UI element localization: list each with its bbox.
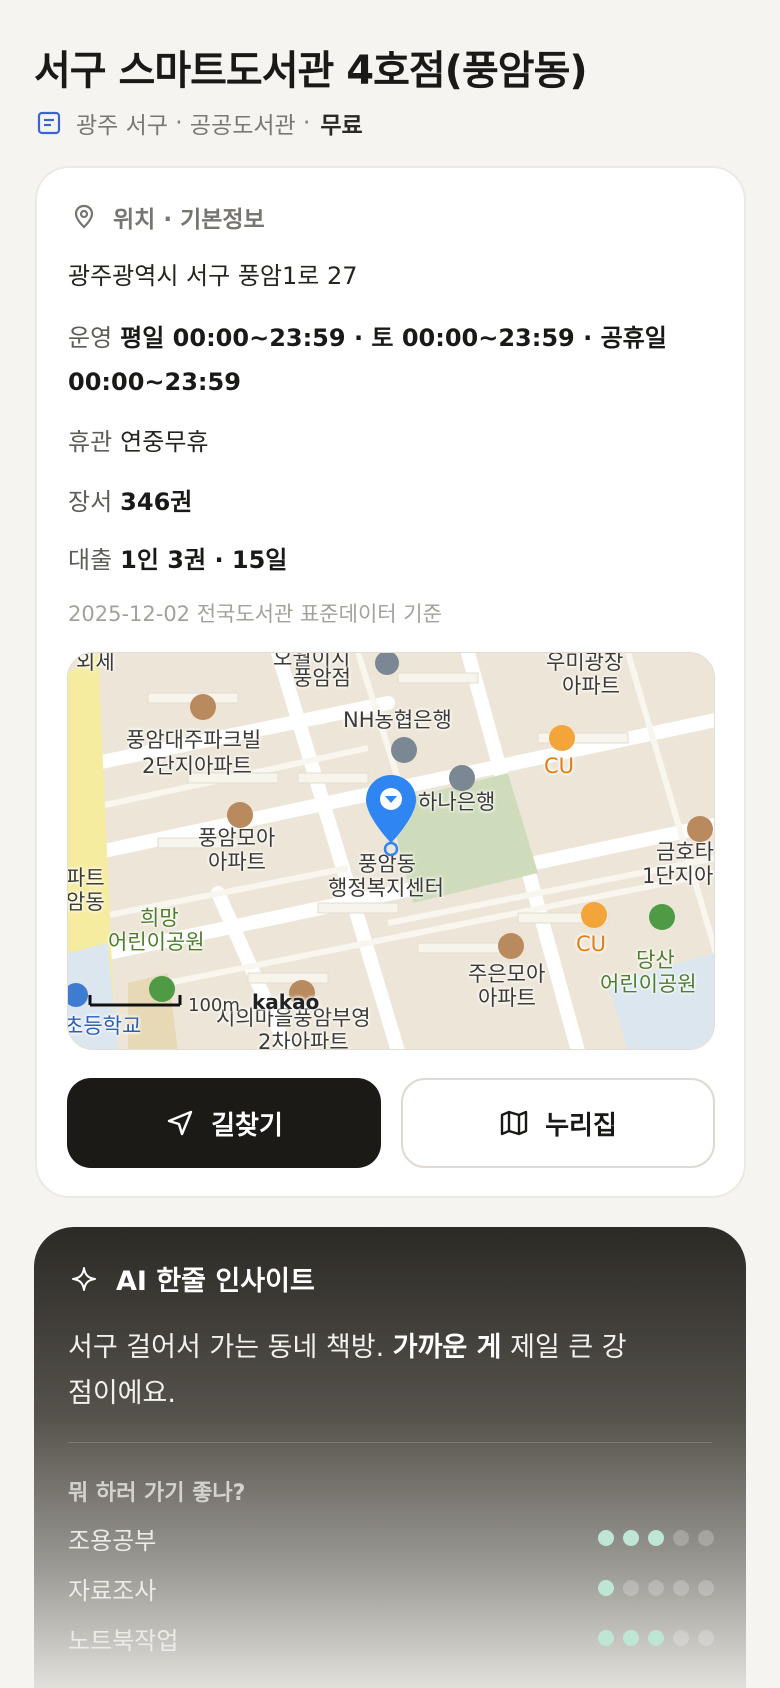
rating-dot xyxy=(648,1580,664,1596)
rating-dot xyxy=(698,1630,714,1646)
loan-value: 1인 3권 · 15일 xyxy=(120,546,288,574)
map-view[interactable]: 외세 오월이지 풍암점 우미광장 아파트 NH농협은행 풍암대주파크빌 2단지아… xyxy=(67,652,715,1050)
map-label: CU xyxy=(544,754,575,778)
activity-row: 노트북작업 xyxy=(68,1621,714,1655)
map-label: 풍암대주파크빌 xyxy=(126,728,262,752)
map-label: NH농협은행 xyxy=(343,708,452,732)
map-label: 금호타 xyxy=(656,840,714,864)
loan-row: 대출 1인 3권 · 15일 xyxy=(68,540,287,575)
activity-row: 자료조사 xyxy=(68,1571,714,1605)
map-icon xyxy=(500,1110,528,1136)
closed-label: 휴관 xyxy=(68,428,113,456)
ai-summary-highlight: 가까운 게 xyxy=(392,1332,502,1363)
rating-dot xyxy=(623,1630,639,1646)
website-button[interactable]: 누리집 xyxy=(401,1078,715,1168)
divider xyxy=(68,1442,712,1443)
separator: · xyxy=(167,110,190,136)
map-label: 우미광장 xyxy=(546,652,624,674)
ai-title: AI 한줄 인사이트 xyxy=(116,1266,315,1297)
map-label: 파트 xyxy=(67,866,105,890)
map-label: 외세 xyxy=(76,652,115,674)
address: 광주광역시 서구 풍암1로 27 xyxy=(68,262,358,290)
map-label: 2차아파트 xyxy=(258,1030,349,1050)
map-label: 어린이공원 xyxy=(108,930,205,954)
hours-row: 운영 평일 00:00~23:59 · 토 00:00~23:59 · 공휴일 0… xyxy=(68,316,688,404)
library-meta: 광주 서구 · 공공도서관 · 무료 xyxy=(36,106,363,140)
hours-value: 평일 00:00~23:59 · 토 00:00~23:59 · 공휴일 00:… xyxy=(68,324,667,396)
map-label: 풍암동 xyxy=(358,852,416,876)
rating-dot xyxy=(623,1530,639,1546)
map-label: 아파트 xyxy=(478,986,536,1010)
activity-name: 노트북작업 xyxy=(68,1626,179,1655)
closed-row: 휴관 연중무휴 xyxy=(68,422,209,457)
ai-header: AI 한줄 인사이트 xyxy=(70,1259,315,1298)
rating-dot xyxy=(598,1580,614,1596)
activity-row: 조용공부 xyxy=(68,1521,714,1555)
map-label: 암동 xyxy=(67,890,105,914)
ai-summary-pre: 서구 걸어서 가는 동네 책방. xyxy=(68,1332,393,1363)
info-card: 위치 · 기본정보 광주광역시 서구 풍암1로 27 운영 평일 00:00~23… xyxy=(35,166,746,1198)
hours-label: 운영 xyxy=(68,324,113,352)
map-label: CU xyxy=(576,932,607,956)
map-label: 하나은행 xyxy=(418,790,496,814)
region-text: 광주 서구 xyxy=(76,113,168,139)
rating-dot xyxy=(673,1630,689,1646)
location-pin-icon xyxy=(74,204,94,229)
rating-dot xyxy=(673,1580,689,1596)
activity-question: 뭐 하러 가기 좋나? xyxy=(68,1481,246,1506)
page-title: 서구 스마트도서관 4호점(풍암동) xyxy=(34,48,588,94)
document-icon xyxy=(37,111,61,135)
category-text: 공공도서관 xyxy=(189,113,296,139)
activity-name: 자료조사 xyxy=(68,1576,157,1605)
rating-dot xyxy=(598,1530,614,1546)
loan-label: 대출 xyxy=(68,546,113,574)
books-value: 346권 xyxy=(120,488,193,516)
data-source-note: 2025-12-02 전국도서관 표준데이터 기준 xyxy=(68,602,442,626)
map-label: 주은모아 xyxy=(468,962,546,986)
separator: · xyxy=(295,110,311,136)
section-title: 위치 · 기본정보 xyxy=(113,207,265,233)
map-label: 풍암점 xyxy=(293,666,351,690)
map-label: 희망 xyxy=(140,906,179,930)
scale-label: 100m xyxy=(188,995,240,1016)
map-label: 초등학교 xyxy=(67,1014,142,1038)
kakao-logo: kakao xyxy=(252,990,320,1014)
rating-dots xyxy=(589,1630,714,1646)
ai-summary: 서구 걸어서 가는 동네 책방. 가까운 게 제일 큰 강점이에요. xyxy=(68,1325,628,1417)
map-label: 행정복지센터 xyxy=(328,876,444,900)
map-label: 어린이공원 xyxy=(600,972,697,996)
fee-badge: 무료 xyxy=(320,113,363,139)
rating-dot xyxy=(673,1530,689,1546)
directions-button[interactable]: 길찾기 xyxy=(67,1078,381,1168)
books-row: 장서 346권 xyxy=(68,482,192,517)
rating-dot xyxy=(648,1630,664,1646)
rating-dot xyxy=(698,1580,714,1596)
map-label: 당산 xyxy=(636,948,675,972)
sparkle-icon xyxy=(72,1266,96,1291)
website-label: 누리집 xyxy=(545,1110,617,1141)
rating-dot xyxy=(598,1630,614,1646)
navigation-arrow-icon xyxy=(167,1110,193,1136)
map-label: 2단지아파트 xyxy=(142,754,252,778)
directions-label: 길찾기 xyxy=(211,1110,283,1141)
ai-insight-card: AI 한줄 인사이트 서구 걸어서 가는 동네 책방. 가까운 게 제일 큰 강… xyxy=(34,1227,746,1688)
rating-dot xyxy=(623,1580,639,1596)
section-header: 위치 · 기본정보 xyxy=(71,200,265,234)
rating-dot xyxy=(698,1530,714,1546)
closed-value: 연중무휴 xyxy=(120,428,209,456)
activity-name: 조용공부 xyxy=(68,1526,157,1555)
rating-dots xyxy=(589,1580,714,1596)
rating-dots xyxy=(589,1530,714,1546)
rating-dot xyxy=(648,1530,664,1546)
map-label: 1단지아 xyxy=(642,864,714,888)
map-label: 아파트 xyxy=(562,674,620,698)
map-label: 풍암모아 xyxy=(198,826,276,850)
books-label: 장서 xyxy=(68,488,113,516)
map-label: 아파트 xyxy=(208,850,266,874)
